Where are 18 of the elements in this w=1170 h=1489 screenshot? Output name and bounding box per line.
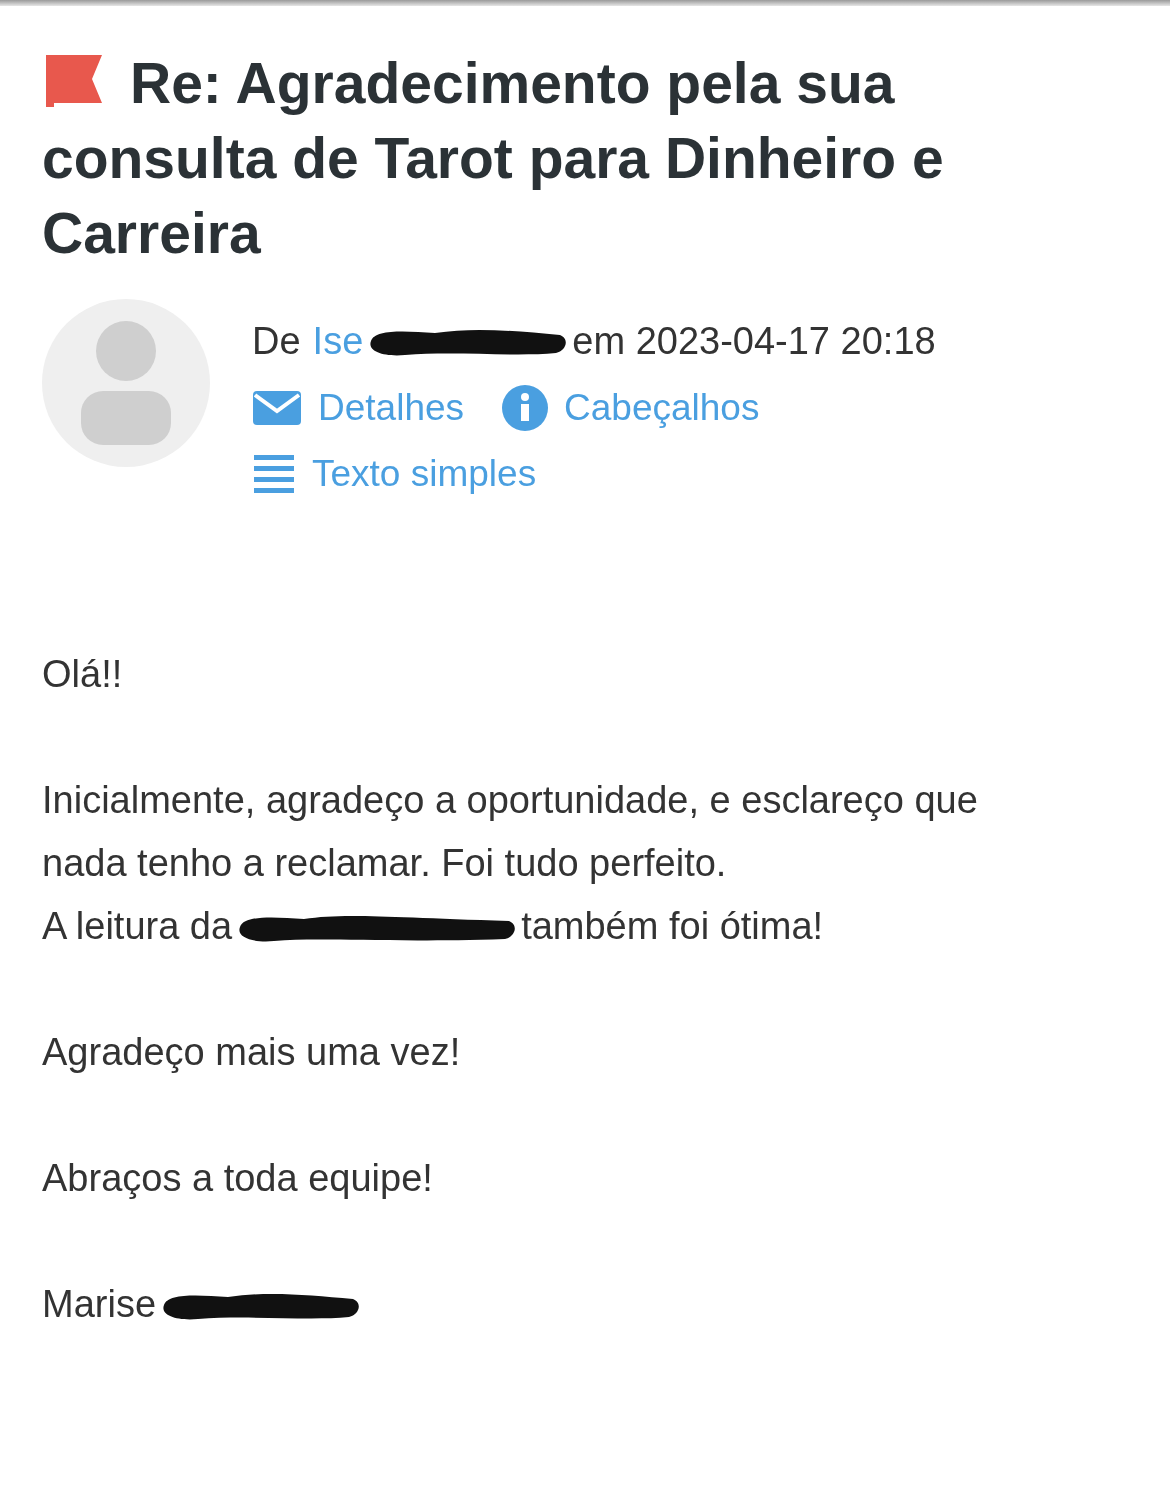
body-text: também foi ótima! [521, 905, 824, 948]
body-text: Abraços a toda equipe! [42, 1157, 433, 1200]
body-text: nada tenho a reclamar. Foi tudo perfeito. [42, 842, 727, 885]
message-date: em 2023-04-17 20:18 [572, 319, 936, 363]
body-text: Agradeço mais uma vez! [42, 1031, 461, 1074]
message-subject: Re: Agradecimento pela sua consulta de Tarot para Dinheiro e Carreira [42, 51, 944, 265]
body-text: Inicialmente, agradeço a oportunidade, e esclareço que [42, 779, 978, 822]
body-text: Marise [42, 1283, 157, 1326]
lines-icon [252, 453, 296, 495]
action-link[interactable]: Cabeçalhos [564, 387, 760, 429]
action-link[interactable]: Texto simples [312, 453, 537, 495]
body-text: A leitura da [42, 905, 233, 948]
sender-link[interactable]: Ise [312, 319, 364, 363]
info-icon [502, 385, 549, 431]
body-text: Olá!! [42, 653, 123, 696]
from-label: De [252, 319, 301, 363]
action-link[interactable]: Detalhes [318, 387, 465, 429]
person-icon [81, 321, 171, 445]
